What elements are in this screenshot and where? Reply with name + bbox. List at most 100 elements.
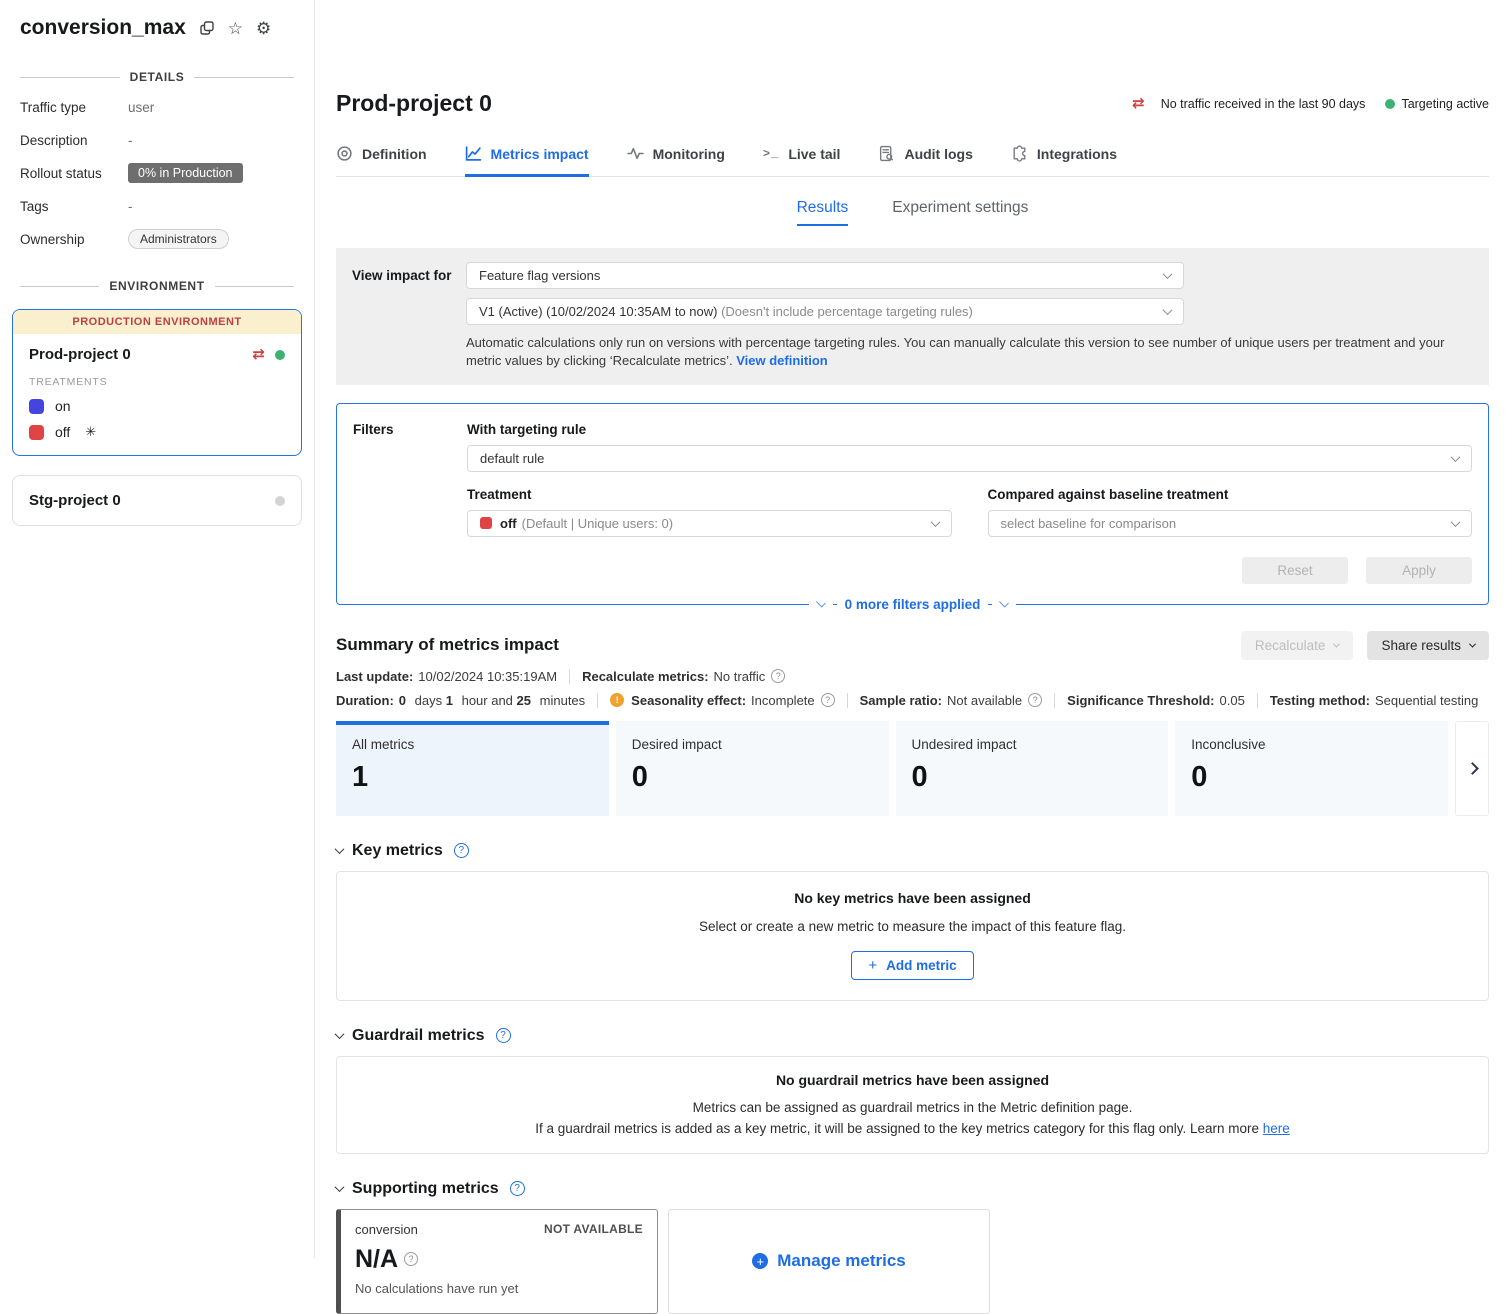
main-header: Prod-project 0 ⇄ No traffic received in … (336, 90, 1489, 117)
collapse-caret-icon[interactable] (335, 1183, 345, 1193)
no-traffic-icon: ⇄ (1132, 96, 1145, 111)
detail-row-traffic-type: Traffic type user (0, 97, 314, 117)
plus-circle-icon: + (752, 1253, 768, 1269)
copy-icon[interactable] (199, 20, 215, 36)
sample-ratio-label: Sample ratio: (860, 693, 942, 708)
production-card-body: Prod-project 0 ⇄ TREATMENTS on off ✳ (13, 334, 301, 455)
card-value: 0 (1191, 761, 1432, 794)
share-results-button[interactable]: Share results (1367, 631, 1489, 660)
key-metrics-header: Key metrics ? (336, 842, 1489, 860)
apply-button[interactable]: Apply (1366, 557, 1472, 584)
chevron-down-icon (1451, 452, 1461, 462)
tab-audit-logs-label: Audit logs (904, 146, 972, 162)
version-value-main: V1 (Active) (10/02/2024 10:35AM to now) (479, 304, 717, 319)
warning-icon: ! (610, 693, 624, 707)
gear-icon[interactable]: ⚙ (256, 20, 271, 37)
card-undesired-impact[interactable]: Undesired impact 0 (896, 721, 1169, 816)
status-group: ⇄ No traffic received in the last 90 day… (1132, 96, 1489, 111)
metric-value: N/A (355, 1245, 398, 1274)
detail-row-description: Description - (0, 130, 314, 150)
no-traffic-icon: ⇄ (252, 347, 265, 362)
targeting-text: Targeting active (1401, 97, 1489, 111)
env-active-dot (275, 350, 285, 360)
card-all-metrics[interactable]: All metrics 1 (336, 721, 609, 816)
help-icon[interactable]: ? (1028, 693, 1042, 707)
detail-row-tags: Tags - (0, 196, 314, 216)
ownership-badge[interactable]: Administrators (128, 229, 229, 249)
help-icon[interactable]: ? (771, 669, 785, 683)
duration-label: Duration: (336, 693, 394, 708)
rollout-label: Rollout status (20, 166, 128, 181)
tab-integrations[interactable]: Integrations (1011, 145, 1117, 177)
add-metric-button[interactable]: + Add metric (851, 951, 973, 980)
recalculate-button[interactable]: Recalculate (1241, 631, 1354, 660)
version-type-select[interactable]: Feature flag versions (466, 262, 1184, 289)
pulse-icon (627, 145, 644, 162)
tab-live-tail[interactable]: >_ Live tail (763, 145, 841, 177)
treatment-select-name: off (500, 516, 517, 531)
page-title: Prod-project 0 (336, 90, 492, 117)
divider (847, 693, 848, 708)
targeting-status: Targeting active (1385, 97, 1489, 111)
rollout-status-badge: 0% in Production (128, 163, 243, 183)
duration-minutes: 25 (517, 693, 531, 708)
guardrail-line-2-text: If a guardrail metrics is added as a key… (535, 1121, 1259, 1136)
cards-next-button[interactable] (1455, 721, 1489, 816)
tags-value: - (128, 199, 133, 214)
supporting-metrics-header: Supporting metrics ? (336, 1180, 1489, 1198)
last-update-value: 10/02/2024 10:35:19AM (418, 669, 557, 684)
card-label: Undesired impact (912, 737, 1153, 752)
subtab-results[interactable]: Results (797, 199, 849, 226)
help-icon[interactable]: ? (496, 1028, 511, 1043)
testing-method-label: Testing method: (1270, 693, 1370, 708)
card-value: 1 (352, 761, 593, 794)
card-label: Inconclusive (1191, 737, 1432, 752)
chevron-down-icon (999, 598, 1009, 608)
supporting-metric-card-conversion[interactable]: conversion NOT AVAILABLE N/A ? No calcul… (336, 1209, 658, 1314)
treatment-on-swatch (29, 399, 44, 414)
collapse-caret-icon[interactable] (335, 845, 345, 855)
chevron-down-icon (816, 598, 826, 608)
tab-definition[interactable]: Definition (336, 145, 427, 177)
version-select[interactable]: V1 (Active) (10/02/2024 10:35AM to now) … (466, 298, 1184, 325)
tab-integrations-label: Integrations (1037, 146, 1117, 162)
learn-more-link[interactable]: here (1263, 1121, 1290, 1136)
target-icon (336, 145, 353, 162)
divider (1257, 693, 1258, 708)
tab-definition-label: Definition (362, 146, 427, 162)
environment-card-staging[interactable]: Stg-project 0 (12, 475, 302, 526)
collapse-caret-icon[interactable] (335, 1030, 345, 1040)
baseline-select[interactable]: select baseline for comparison (988, 510, 1473, 537)
tab-monitoring[interactable]: Monitoring (627, 145, 725, 177)
last-update-label: Last update: (336, 669, 413, 684)
guardrail-line-2: If a guardrail metrics is added as a key… (337, 1121, 1488, 1136)
environment-card-production[interactable]: PRODUCTION ENVIRONMENT Prod-project 0 ⇄ … (12, 309, 302, 456)
help-icon[interactable]: ? (454, 843, 469, 858)
view-definition-link[interactable]: View definition (736, 353, 828, 368)
card-inconclusive[interactable]: Inconclusive 0 (1175, 721, 1448, 816)
treatment-select-detail: (Default | Unique users: 0) (522, 516, 932, 531)
help-icon[interactable]: ? (510, 1181, 525, 1196)
subtab-experiment-settings[interactable]: Experiment settings (892, 199, 1028, 226)
treatment-select[interactable]: off (Default | Unique users: 0) (467, 510, 952, 537)
guardrail-metrics-header: Guardrail metrics ? (336, 1027, 1489, 1045)
help-icon[interactable]: ? (821, 693, 835, 707)
supporting-metrics-row: conversion NOT AVAILABLE N/A ? No calcul… (336, 1209, 1489, 1314)
reset-button[interactable]: Reset (1242, 557, 1348, 584)
recalculate-metrics-label: Recalculate metrics: (582, 669, 708, 684)
description-value: - (128, 133, 133, 148)
tab-audit-logs[interactable]: Audit logs (878, 145, 972, 177)
star-icon[interactable]: ☆ (228, 20, 243, 37)
duration-hours: 1 (446, 693, 453, 708)
more-filters-toggle[interactable]: 0 more filters applied (337, 595, 1488, 614)
targeting-rule-select[interactable]: default rule (467, 445, 1472, 472)
manage-metrics-button[interactable]: + Manage metrics (668, 1209, 990, 1314)
treatment-filter: Treatment off (Default | Unique users: 0… (467, 487, 952, 537)
help-icon[interactable]: ? (404, 1252, 418, 1266)
tab-monitoring-label: Monitoring (653, 146, 725, 162)
card-value: 0 (912, 761, 1153, 794)
tab-bar: Definition Metrics impact Monitoring >_ … (336, 145, 1489, 177)
tab-metrics-impact[interactable]: Metrics impact (465, 145, 589, 177)
card-desired-impact[interactable]: Desired impact 0 (616, 721, 889, 816)
puzzle-icon (1011, 145, 1028, 162)
